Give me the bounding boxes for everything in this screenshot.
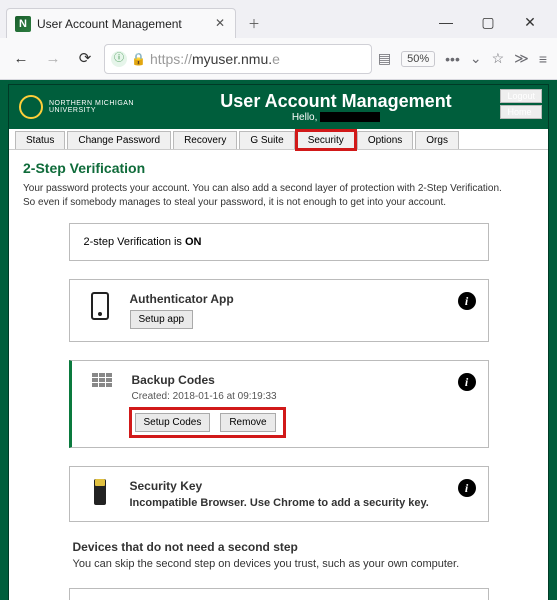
tab-title: User Account Management [37,17,207,31]
devices-trust-card: Devices you trust Devices you have trust… [69,588,489,600]
setup-authenticator-button[interactable]: Setup app [130,310,194,329]
username-redacted [320,112,380,122]
logout-button[interactable]: Logout [500,89,542,103]
site-identity-icon[interactable]: ⓘ [111,51,127,67]
new-tab-button[interactable]: ＋ [240,10,268,38]
backup-codes-card: Backup Codes Created: 2018-01-16 at 09:1… [69,360,489,448]
authenticator-title: Authenticator App [130,292,474,306]
home-button[interactable]: Home [500,105,542,119]
close-window-button[interactable]: ✕ [509,6,551,38]
page-viewport: NORTHERN MICHIGAN UNIVERSITY User Accoun… [0,80,557,600]
minimize-button[interactable]: — [425,6,467,38]
authenticator-card: Authenticator App Setup app i [69,279,489,342]
window-controls: — ▢ ✕ [425,6,551,38]
tab-g-suite[interactable]: G Suite [239,131,294,149]
browser-toolbar: ← → ⟳ ⓘ 🔒 https://myuser.nmu.e ▤ 50% •••… [0,38,557,80]
info-icon[interactable]: i [458,292,476,310]
tab-options[interactable]: Options [357,131,413,149]
page-title: User Account Management [134,91,538,112]
menu-icon[interactable]: ≡ [539,51,547,67]
page-content: NORTHERN MICHIGAN UNIVERSITY User Accoun… [8,84,549,600]
zoom-indicator[interactable]: 50% [401,51,435,67]
phone-icon [91,292,109,320]
url-bar[interactable]: ⓘ 🔒 https://myuser.nmu.e [104,44,372,74]
nav-tabs: Status Change Password Recovery G Suite … [9,129,548,150]
url-text: https://myuser.nmu.e [150,51,280,67]
close-tab-icon[interactable]: ✕ [213,17,227,31]
info-icon[interactable]: i [458,479,476,497]
info-icon[interactable]: i [458,373,476,391]
security-key-message: Incompatible Browser. Use Chrome to add … [130,497,474,509]
nmu-logo-icon [19,95,43,119]
greeting-text: Hello, [134,112,538,123]
security-key-card: Security Key Incompatible Browser. Use C… [69,466,489,522]
browser-tab[interactable]: N User Account Management ✕ [6,8,236,38]
tab-status[interactable]: Status [15,131,65,149]
more-tools-icon[interactable]: ≫ [514,50,529,67]
forward-button: → [40,46,66,72]
toolbar-actions: ▤ 50% ••• ⌄ ☆ ≫ ≡ [378,50,549,67]
tab-recovery[interactable]: Recovery [173,131,237,149]
app-header: NORTHERN MICHIGAN UNIVERSITY User Accoun… [9,85,548,129]
status-card: 2-step Verification is ON [69,223,489,261]
backup-codes-buttons-highlight: Setup Codes Remove [132,410,283,435]
devices-section-heading: Devices that do not need a second step Y… [69,540,489,570]
section-title: 2-Step Verification [23,160,534,176]
section-body: 2-Step Verification Your password protec… [9,150,548,600]
remove-codes-button[interactable]: Remove [220,413,275,432]
backup-codes-icon [92,373,112,387]
reload-button[interactable]: ⟳ [72,46,98,72]
pocket-icon[interactable]: ⌄ [470,50,482,67]
reader-mode-icon[interactable]: ▤ [378,50,391,67]
backup-codes-title: Backup Codes [132,373,474,387]
tab-change-password[interactable]: Change Password [67,131,171,149]
security-key-title: Security Key [130,479,474,493]
browser-titlebar: N User Account Management ✕ ＋ — ▢ ✕ [0,0,557,38]
back-button[interactable]: ← [8,46,34,72]
status-value: ON [185,236,202,248]
bookmark-star-icon[interactable]: ☆ [492,50,505,67]
tab-security[interactable]: Security [297,131,355,149]
setup-codes-button[interactable]: Setup Codes [135,413,211,432]
section-description: Your password protects your account. You… [23,182,534,209]
favicon-icon: N [15,16,31,32]
usb-key-icon [94,479,106,505]
org-name: NORTHERN MICHIGAN UNIVERSITY [49,100,134,114]
overflow-icon[interactable]: ••• [445,51,460,67]
lock-icon: 🔒 [131,52,146,66]
backup-codes-created: Created: 2018-01-16 at 09:19:33 [132,391,474,402]
maximize-button[interactable]: ▢ [467,6,509,38]
tab-orgs[interactable]: Orgs [415,131,459,149]
